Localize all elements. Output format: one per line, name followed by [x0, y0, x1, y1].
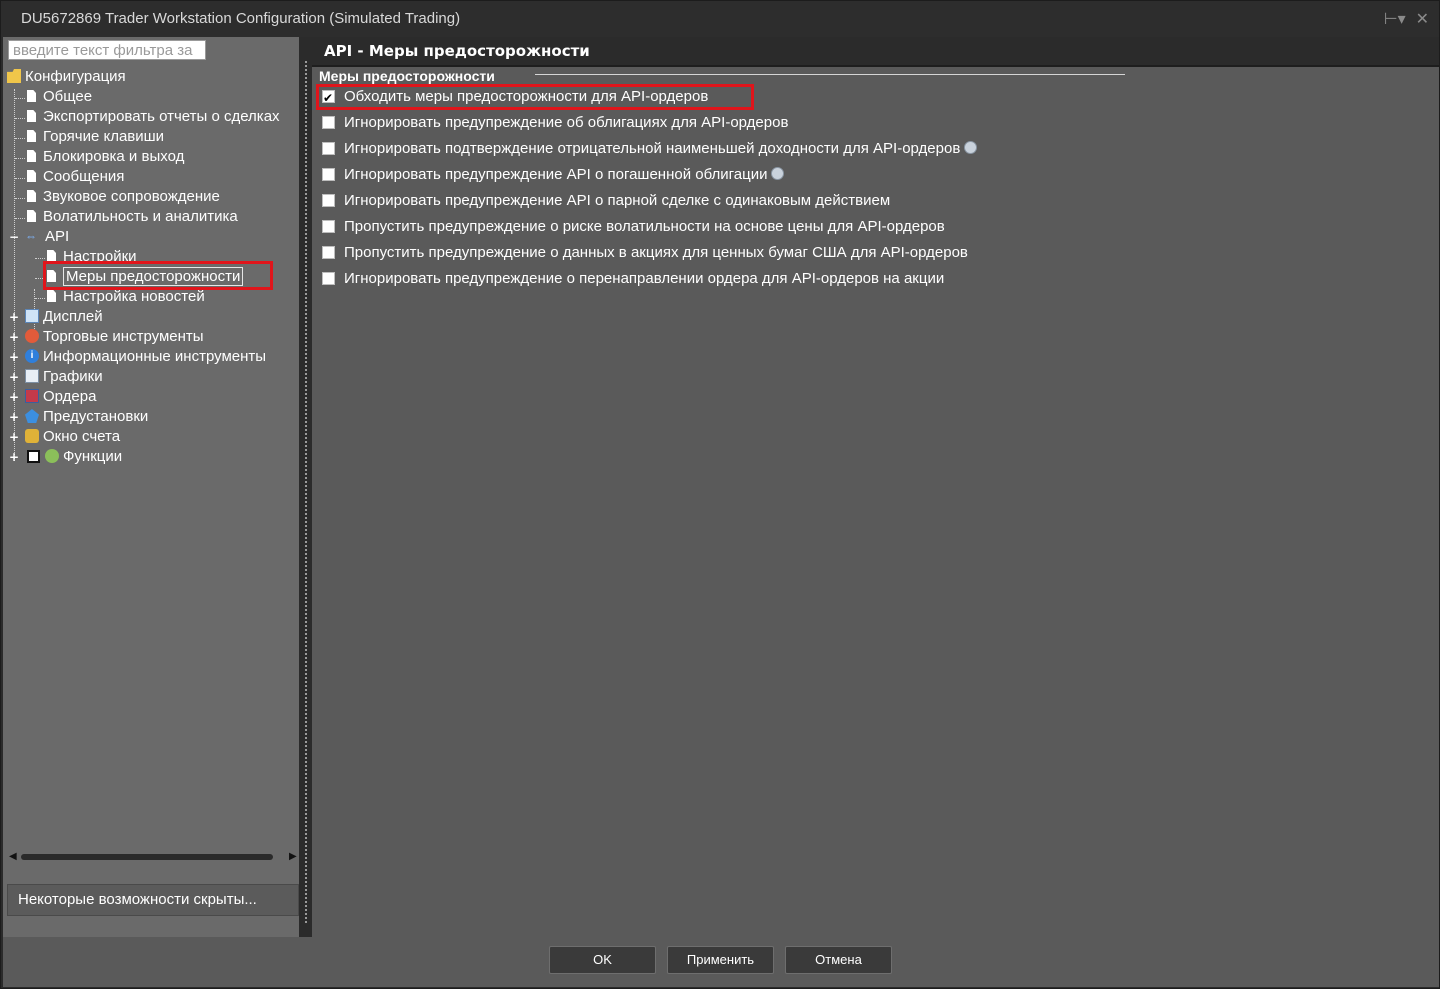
option-ignore-bond-warning[interactable]: Игнорировать предупреждение об облигация… — [322, 112, 788, 134]
tree-item-orders[interactable]: Ордера — [25, 387, 96, 407]
option-ignore-pair-trade[interactable]: Игнорировать предупреждение API о парной… — [322, 190, 890, 212]
button-bar: OK Применить Отмена — [3, 937, 1439, 987]
checkbox[interactable] — [322, 167, 335, 181]
tree-branch — [15, 178, 25, 179]
group-divider — [535, 74, 1125, 75]
hidden-features-button[interactable]: Некоторые возможности скрыты... — [7, 884, 299, 916]
tree-item-info-tools[interactable]: i Информационные инструменты — [25, 347, 266, 367]
folder-icon — [7, 69, 21, 84]
tree-item-account-window[interactable]: Окно счета — [25, 427, 120, 447]
tree-branch — [35, 258, 45, 259]
tree-item-api[interactable]: ⇔ API — [25, 227, 69, 247]
tree-branch — [15, 218, 25, 219]
panel-splitter[interactable] — [305, 61, 310, 923]
tree-branch — [15, 98, 25, 99]
document-icon — [27, 190, 36, 203]
title-bar-icons: ⊢▾ ✕ — [1384, 9, 1429, 28]
tree-branch — [15, 138, 25, 139]
scroll-left-icon[interactable]: ◀ — [9, 851, 17, 862]
info-icon: i — [25, 349, 39, 364]
presets-icon — [25, 409, 39, 424]
tree-branch — [15, 198, 25, 199]
tree-item-features[interactable]: Функции — [27, 447, 122, 467]
option-ignore-negative-yield[interactable]: Игнорировать подтверждение отрицательной… — [322, 138, 978, 160]
expand-icon[interactable]: + — [9, 371, 19, 383]
option-skip-volatility-risk[interactable]: Пропустить предупреждение о риске волати… — [322, 216, 945, 238]
tree-branch — [35, 298, 45, 299]
group-title: Меры предосторожности — [319, 68, 495, 84]
scrollbar-thumb[interactable] — [21, 854, 273, 860]
collapse-icon[interactable]: − — [9, 231, 19, 243]
option-skip-us-stock-data[interactable]: Пропустить предупреждение о данных в акц… — [322, 242, 968, 264]
document-icon — [27, 170, 36, 183]
expand-icon[interactable]: + — [9, 411, 19, 423]
highlight-box — [43, 261, 273, 290]
tree-item-display[interactable]: Дисплей — [25, 307, 103, 327]
highlight-box — [316, 84, 754, 110]
cancel-button[interactable]: Отмена — [785, 946, 892, 974]
tree-root-configuration[interactable]: Конфигурация — [7, 67, 126, 87]
close-icon[interactable]: ✕ — [1416, 9, 1429, 28]
tree-branch — [15, 158, 25, 159]
expand-icon[interactable]: + — [9, 431, 19, 443]
tree-item-messages[interactable]: Сообщения — [27, 167, 124, 187]
expand-icon[interactable]: + — [9, 391, 19, 403]
settings-panel: API - Меры предосторожности Меры предост… — [312, 37, 1439, 937]
tree-item-trading-tools[interactable]: Торговые инструменты — [25, 327, 204, 347]
checkbox[interactable] — [322, 271, 335, 285]
expand-icon[interactable]: + — [9, 331, 19, 343]
config-tree: Конфигурация Общее Экспортировать отчеты… — [3, 65, 299, 853]
document-icon — [27, 130, 36, 143]
expand-icon[interactable]: + — [9, 351, 19, 363]
help-icon[interactable] — [771, 166, 785, 180]
ok-button[interactable]: OK — [549, 946, 656, 974]
scroll-right-icon[interactable]: ▶ — [289, 851, 297, 862]
horizontal-scrollbar[interactable]: ◀ ▶ — [7, 851, 299, 863]
account-coins-icon — [25, 429, 39, 444]
checkbox[interactable] — [322, 193, 335, 207]
checkbox[interactable] — [322, 245, 335, 259]
expand-icon[interactable]: + — [9, 451, 19, 463]
tree-branch — [15, 118, 25, 119]
tree-item-lock-exit[interactable]: Блокировка и выход — [27, 147, 184, 167]
api-arrows-icon: ⇔ — [25, 229, 37, 244]
title-bar: DU5672869 Trader Workstation Configurati… — [1, 1, 1439, 37]
trading-tools-icon — [25, 329, 39, 344]
option-ignore-order-rerouting[interactable]: Игнорировать предупреждение о перенаправ… — [322, 268, 944, 290]
document-icon — [27, 110, 36, 123]
checkbox[interactable] — [322, 141, 335, 155]
tree-line — [14, 89, 15, 461]
document-icon — [27, 90, 36, 103]
tree-item-hotkeys[interactable]: Горячие клавиши — [27, 127, 164, 147]
expand-icon[interactable]: + — [9, 311, 19, 323]
tree-item-presets[interactable]: Предустановки — [25, 407, 148, 427]
header-divider — [312, 65, 1439, 67]
panel-title: API - Меры предосторожности — [312, 37, 1439, 65]
tree-item-export-reports[interactable]: Экспортировать отчеты о сделках — [27, 107, 280, 127]
orders-icon — [25, 389, 39, 404]
display-icon — [25, 309, 39, 324]
option-ignore-called-bond[interactable]: Игнорировать предупреждение API о погаше… — [322, 164, 785, 186]
document-icon — [27, 210, 36, 223]
sidebar: введите текст фильтра за Конфигурация Об… — [3, 37, 299, 987]
features-gear-icon — [45, 449, 59, 464]
apply-button[interactable]: Применить — [667, 946, 774, 974]
window-title: DU5672869 Trader Workstation Configurati… — [21, 10, 461, 27]
help-icon[interactable] — [964, 140, 978, 154]
tree-item-sound[interactable]: Звуковое сопровождение — [27, 187, 220, 207]
checkbox[interactable] — [322, 219, 335, 233]
tree-item-general[interactable]: Общее — [27, 87, 92, 107]
tree-item-charts[interactable]: Графики — [25, 367, 103, 387]
tree-item-news-settings[interactable]: Настройка новостей — [47, 287, 205, 307]
document-icon — [47, 290, 56, 303]
checkbox[interactable] — [322, 115, 335, 129]
document-icon — [27, 150, 36, 163]
checkbox-icon[interactable] — [27, 449, 40, 463]
config-window: DU5672869 Trader Workstation Configurati… — [0, 0, 1440, 989]
chart-icon — [25, 369, 39, 384]
filter-input[interactable]: введите текст фильтра за — [8, 40, 206, 60]
pin-icon[interactable]: ⊢▾ — [1384, 9, 1406, 28]
tree-item-volatility[interactable]: Волатильность и аналитика — [27, 207, 238, 227]
